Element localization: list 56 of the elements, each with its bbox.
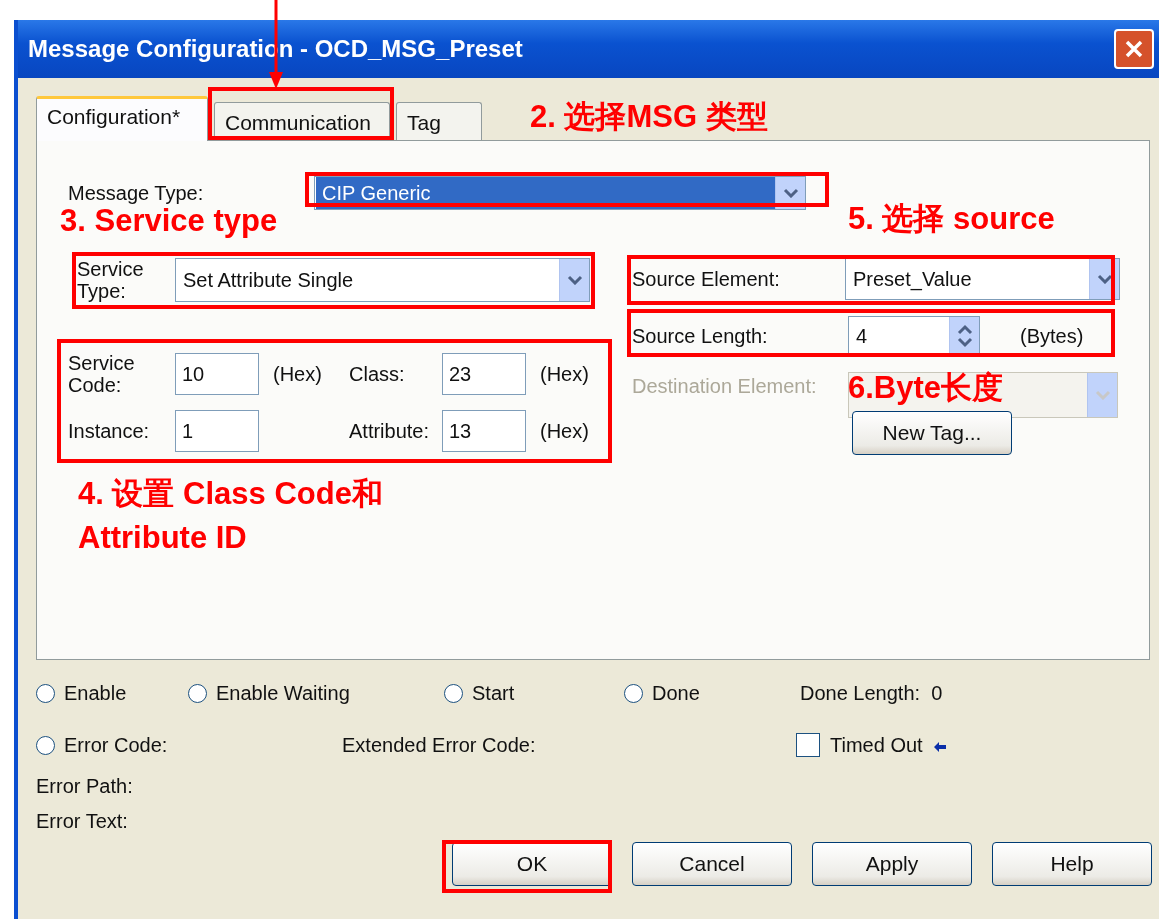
status-label: Start xyxy=(472,681,515,706)
status-label: Error Code: xyxy=(64,733,168,758)
unit-label: (Hex) xyxy=(272,362,323,387)
radio-button[interactable] xyxy=(36,683,55,703)
status-label: Timed Out xyxy=(830,733,923,758)
caret-icon xyxy=(1096,274,1113,284)
caret-icon xyxy=(566,275,583,285)
unit-label: (Hex) xyxy=(539,419,590,444)
text-field[interactable]: 1 xyxy=(175,410,259,452)
radio-button[interactable] xyxy=(188,683,207,703)
field-label: Source Element: xyxy=(632,267,781,292)
dialog-button[interactable]: Apply xyxy=(812,842,972,886)
close-icon xyxy=(1124,39,1144,59)
text-field[interactable]: 13 xyxy=(442,410,526,452)
done-length-label: Done Length: 0 xyxy=(800,681,943,706)
status-label: Enable Waiting xyxy=(216,681,350,706)
dialog-button[interactable]: Help xyxy=(992,842,1152,886)
annotation-overlay: 6.Byte长度 xyxy=(848,369,1004,407)
field-label: Message Type: xyxy=(68,181,205,206)
annotation-overlay: 5. 选择 source xyxy=(848,200,1055,238)
caret-icon xyxy=(782,188,799,198)
radio-button[interactable] xyxy=(444,683,463,703)
status-label: Error Text: xyxy=(36,809,129,834)
tab[interactable]: Tag xyxy=(396,102,482,140)
new-tag-button[interactable]: New Tag... xyxy=(852,410,1012,455)
radio-button[interactable] xyxy=(624,683,643,703)
text-field[interactable]: 10 xyxy=(175,353,259,395)
field-label: Instance: xyxy=(68,420,151,442)
status-label: Done xyxy=(652,681,700,706)
spin-field[interactable]: 4 xyxy=(848,316,980,356)
status-label: Error Path: xyxy=(36,774,134,799)
field-label: Service Type: xyxy=(76,258,145,302)
destination-dropdown[interactable] xyxy=(848,372,1118,418)
spin-arrows-icon xyxy=(956,323,973,349)
source-element-dropdown[interactable]: Preset_Value xyxy=(845,258,1120,300)
annotation-overlay: 2. 选择MSG 类型 xyxy=(530,98,768,136)
radio-button[interactable] xyxy=(36,735,55,755)
tab[interactable]: Configuration* xyxy=(36,96,208,141)
field-label: Destination Element: xyxy=(632,374,818,399)
service-type-dropdown[interactable]: Set Attribute Single xyxy=(175,258,590,302)
dialog-button[interactable]: Cancel xyxy=(632,842,792,886)
field-label: Source Length: xyxy=(632,324,769,349)
annotation-overlay: 4. 设置 Class Code和 Attribute ID xyxy=(78,475,384,557)
text-field[interactable]: 23 xyxy=(442,353,526,395)
close-button[interactable] xyxy=(1114,29,1154,69)
field-label: Attribute: xyxy=(349,420,431,442)
field-label: Class: xyxy=(349,363,406,385)
unit-label: (Bytes) xyxy=(1020,324,1084,349)
annotation-overlay: 3. Service type xyxy=(60,203,278,240)
unit-label: (Hex) xyxy=(539,362,590,387)
arrow-icon xyxy=(932,740,947,753)
caret-icon xyxy=(1094,390,1111,400)
field-label: Service Code: xyxy=(68,352,136,396)
status-label: Extended Error Code: xyxy=(342,733,537,758)
status-label: Enable xyxy=(64,681,127,706)
checkbox[interactable] xyxy=(796,733,820,757)
